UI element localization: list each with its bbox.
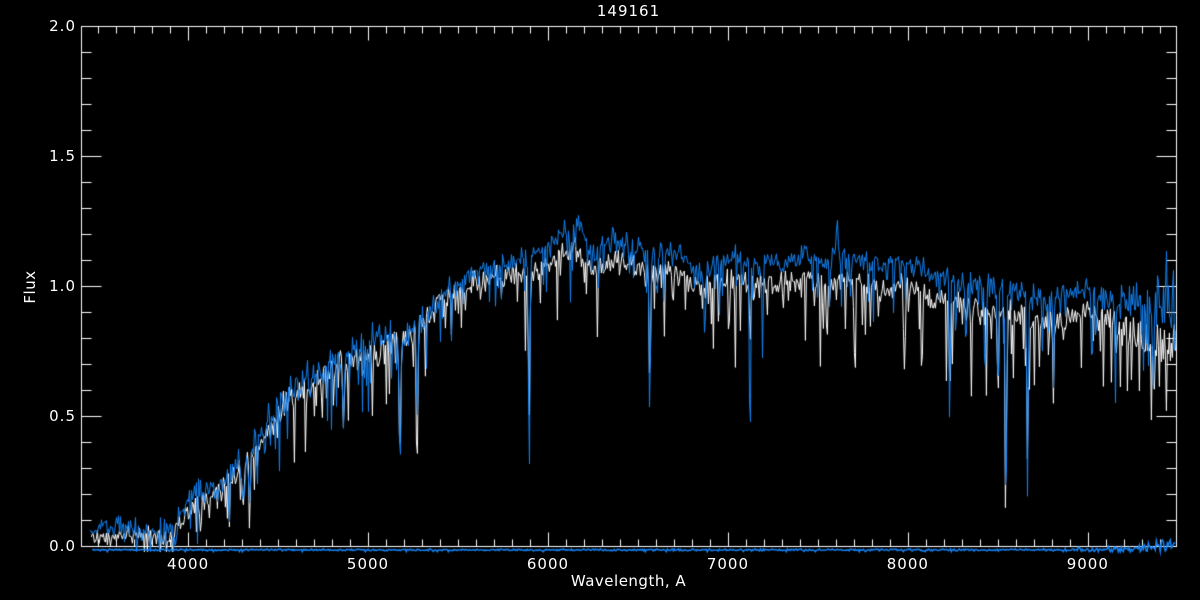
y-tick-label: 1.0 [49,277,76,295]
x-tick-label: 6000 [526,555,570,573]
y-tick-label: 2.0 [49,17,76,35]
chart-title: 149161 [596,2,661,20]
spectrum-plot-canvas [0,0,1200,600]
y-tick-label: 0.5 [49,407,76,425]
y-tick-label: 1.5 [49,147,76,165]
spectrum-figure: 149161 Wavelength, A Flux 4000 5000 6000 70… [0,0,1200,600]
x-tick-label: 9000 [1066,555,1109,573]
x-tick-label: 4000 [166,555,210,573]
x-tick-label: 7000 [706,555,750,573]
x-tick-label: 5000 [346,555,390,573]
y-tick-label: 0.0 [49,537,76,555]
x-axis-title: Wavelength, A [570,572,687,590]
x-tick-label: 8000 [886,555,929,573]
